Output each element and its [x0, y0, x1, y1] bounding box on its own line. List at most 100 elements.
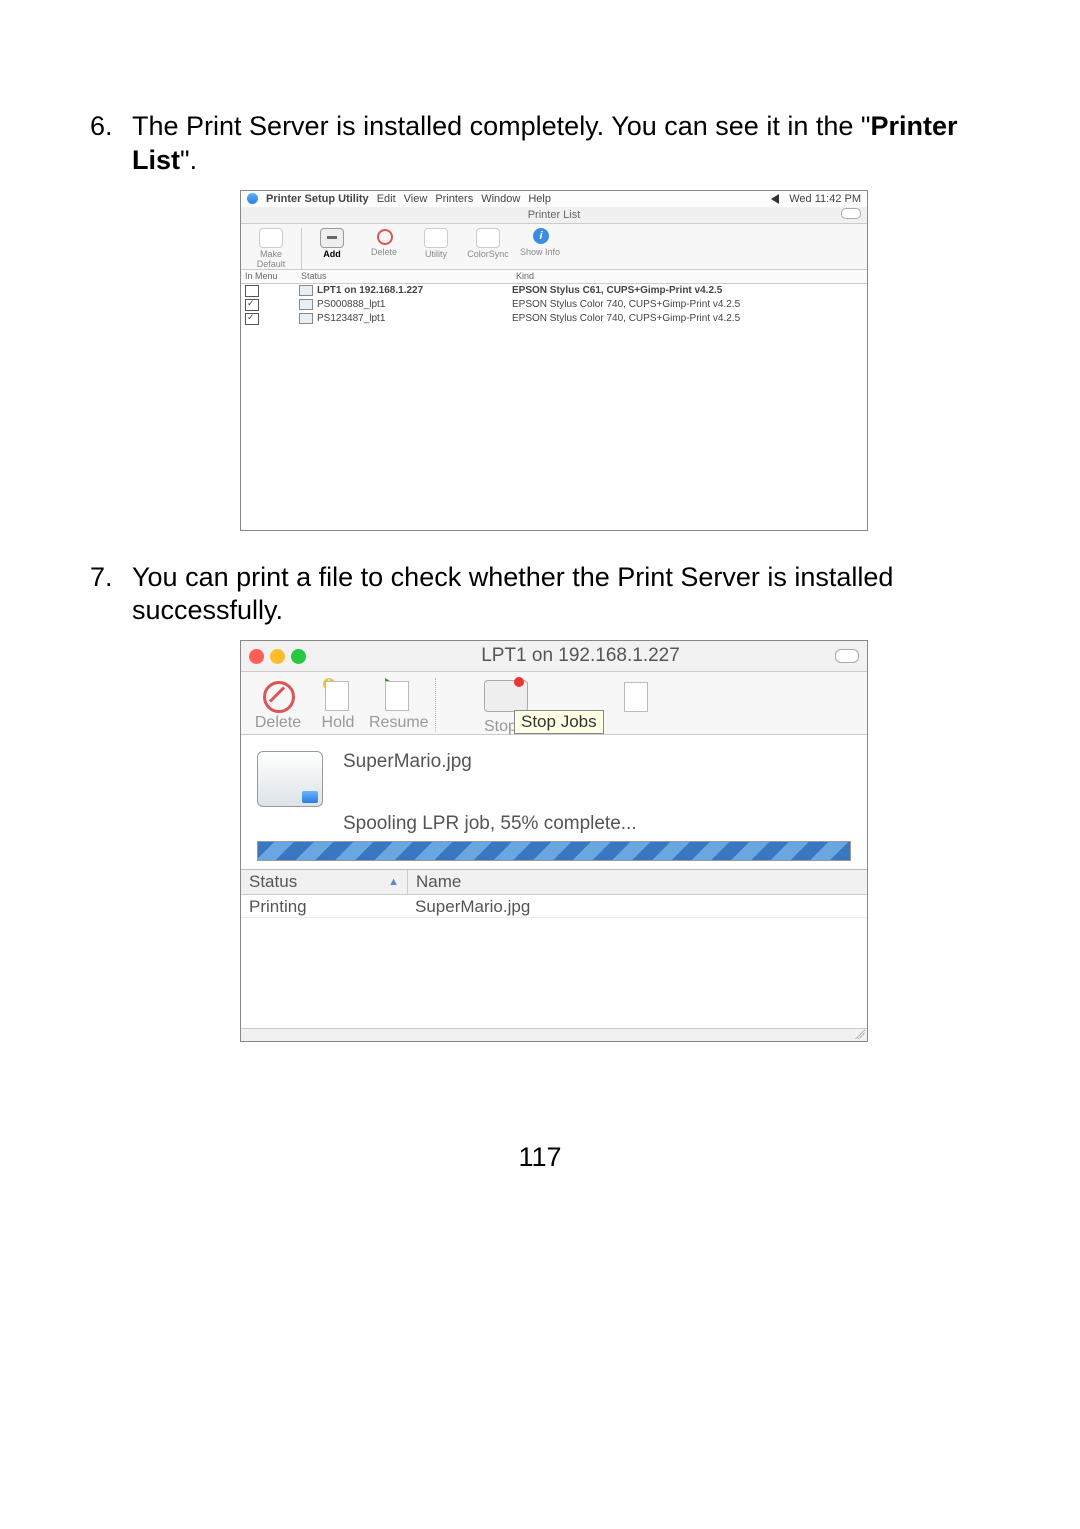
printer-row[interactable]: PS000888_lpt1 EPSON Stylus Color 740, CU… [241, 298, 867, 312]
page-number: 117 [90, 1142, 990, 1173]
printer-name: LPT1 on 192.168.1.227 [317, 285, 512, 296]
progress-bar [257, 841, 851, 861]
step-7: 7. You can print a file to check whether… [90, 561, 990, 629]
colorsync-icon [476, 228, 500, 248]
job-file-name: SuperMario.jpg [343, 751, 851, 773]
stop-jobs-button[interactable]: Stop Jc Stop Jobs [484, 678, 604, 732]
current-job-panel: SuperMario.jpg Spooling LPR job, 55% com… [241, 735, 867, 870]
delete-label: Delete [371, 247, 397, 257]
menubar-clock: Wed 11:42 PM [789, 193, 861, 205]
delete-icon [373, 228, 395, 246]
in-menu-checkbox[interactable] [245, 285, 259, 297]
step-6: 6. The Print Server is installed complet… [90, 110, 990, 178]
table-row[interactable]: Printing SuperMario.jpg [241, 895, 867, 917]
hold-job-button[interactable]: Hold [309, 678, 367, 732]
add-label: Add [323, 249, 341, 259]
window-traffic-lights [249, 649, 306, 664]
printer-image-icon [257, 751, 323, 807]
toolbar-toggle-button[interactable] [841, 208, 861, 219]
speaker-icon[interactable] [771, 194, 779, 204]
hold-label: Hold [309, 714, 367, 732]
add-printer-button[interactable]: Add [308, 228, 356, 269]
printer-kind: EPSON Stylus C61, CUPS+Gimp-Print v4.2.5 [512, 285, 863, 296]
window-title-bar: Printer List [241, 207, 867, 224]
resume-icon [369, 678, 427, 714]
step-6-number: 6. [90, 110, 132, 178]
resume-label: Resume [369, 714, 427, 732]
printer-row[interactable]: LPT1 on 192.168.1.227 EPSON Stylus C61, … [241, 284, 867, 298]
step-6-text: The Print Server is installed completely… [132, 110, 990, 178]
delete-job-button[interactable]: Delete [249, 678, 307, 732]
column-headers: In Menu Status Kind [241, 270, 867, 284]
delete-label: Delete [249, 714, 307, 732]
step-6-text-c: ". [180, 145, 197, 175]
printer-rows: LPT1 on 192.168.1.227 EPSON Stylus C61, … [241, 284, 867, 530]
menu-printers[interactable]: Printers [435, 193, 473, 205]
step-6-text-a: The Print Server is installed completely… [132, 111, 870, 141]
document-icon [606, 678, 666, 732]
print-job-window: LPT1 on 192.168.1.227 Delete Hold Resume… [240, 640, 868, 1042]
menu-help[interactable]: Help [528, 193, 551, 205]
table-header: Status ▲ Name [241, 870, 867, 895]
minimize-window-button[interactable] [270, 649, 285, 664]
printer-list-window: Printer Setup Utility Edit View Printers… [240, 190, 868, 531]
printer-name: PS123487_lpt1 [317, 313, 512, 324]
delete-printer-button[interactable]: Delete [360, 228, 408, 269]
window-title: Printer List [528, 209, 581, 221]
make-default-button[interactable]: Make Default [247, 228, 295, 269]
show-info-label: Show Info [520, 247, 560, 257]
menu-view[interactable]: View [404, 193, 428, 205]
printer-icon [299, 313, 313, 324]
in-menu-checkbox[interactable] [245, 313, 259, 325]
printer-kind: EPSON Stylus Color 740, CUPS+Gimp-Print … [512, 313, 863, 324]
close-window-button[interactable] [249, 649, 264, 664]
printer-icon [299, 285, 313, 296]
job-status-text: Spooling LPR job, 55% complete... [343, 813, 851, 835]
toolbar-separator [435, 678, 476, 732]
delete-icon [249, 678, 307, 714]
add-icon [320, 228, 344, 248]
utility-icon [424, 228, 448, 248]
utility-label: Utility [425, 249, 447, 259]
printer-name: PS000888_lpt1 [317, 299, 512, 310]
app-menu[interactable]: Printer Setup Utility [266, 193, 369, 205]
utility-button[interactable]: Utility [412, 228, 460, 269]
job-table: Status ▲ Name Printing SuperMario.jpg [241, 870, 867, 1028]
col-status[interactable]: Status [301, 270, 516, 283]
menu-bar: Printer Setup Utility Edit View Printers… [241, 191, 867, 208]
stop-jobs-tooltip: Stop Jobs [514, 710, 604, 734]
toolbar-toggle-button[interactable] [835, 649, 859, 663]
step-7-text: You can print a file to check whether th… [132, 561, 990, 629]
in-menu-checkbox[interactable] [245, 299, 259, 311]
sort-indicator-icon: ▲ [388, 876, 399, 888]
info-icon [529, 228, 551, 246]
make-default-label: Make Default [257, 249, 286, 269]
zoom-window-button[interactable] [291, 649, 306, 664]
step-7-number: 7. [90, 561, 132, 629]
job-toolbar: Delete Hold Resume Stop Jc Stop Jobs [241, 672, 867, 735]
menu-window[interactable]: Window [481, 193, 520, 205]
col-status-label: Status [249, 872, 297, 892]
resume-job-button[interactable]: Resume [369, 678, 427, 732]
printer-row[interactable]: PS123487_lpt1 EPSON Stylus Color 740, CU… [241, 312, 867, 326]
cell-name: SuperMario.jpg [407, 895, 867, 917]
colorsync-button[interactable]: ColorSync [464, 228, 512, 269]
show-info-button[interactable]: Show Info [516, 228, 564, 269]
table-blank-area [241, 917, 867, 1028]
cell-status: Printing [241, 895, 407, 917]
colorsync-label: ColorSync [467, 249, 509, 259]
printer-kind: EPSON Stylus Color 740, CUPS+Gimp-Print … [512, 299, 863, 310]
col-status[interactable]: Status ▲ [241, 870, 408, 894]
col-kind[interactable]: Kind [516, 270, 867, 283]
window-title: LPT1 on 192.168.1.227 [326, 645, 835, 667]
apple-menu-icon[interactable] [247, 193, 258, 204]
progress-fill [258, 842, 850, 860]
toolbar: Make Default Add Delete Utility ColorSyn… [241, 224, 867, 270]
col-name[interactable]: Name [408, 870, 867, 894]
menu-edit[interactable]: Edit [377, 193, 396, 205]
resize-handle[interactable] [241, 1028, 867, 1041]
printer-icon [299, 299, 313, 310]
title-bar: LPT1 on 192.168.1.227 [241, 641, 867, 672]
stop-indicator-icon [514, 677, 524, 687]
col-in-menu[interactable]: In Menu [241, 270, 301, 283]
